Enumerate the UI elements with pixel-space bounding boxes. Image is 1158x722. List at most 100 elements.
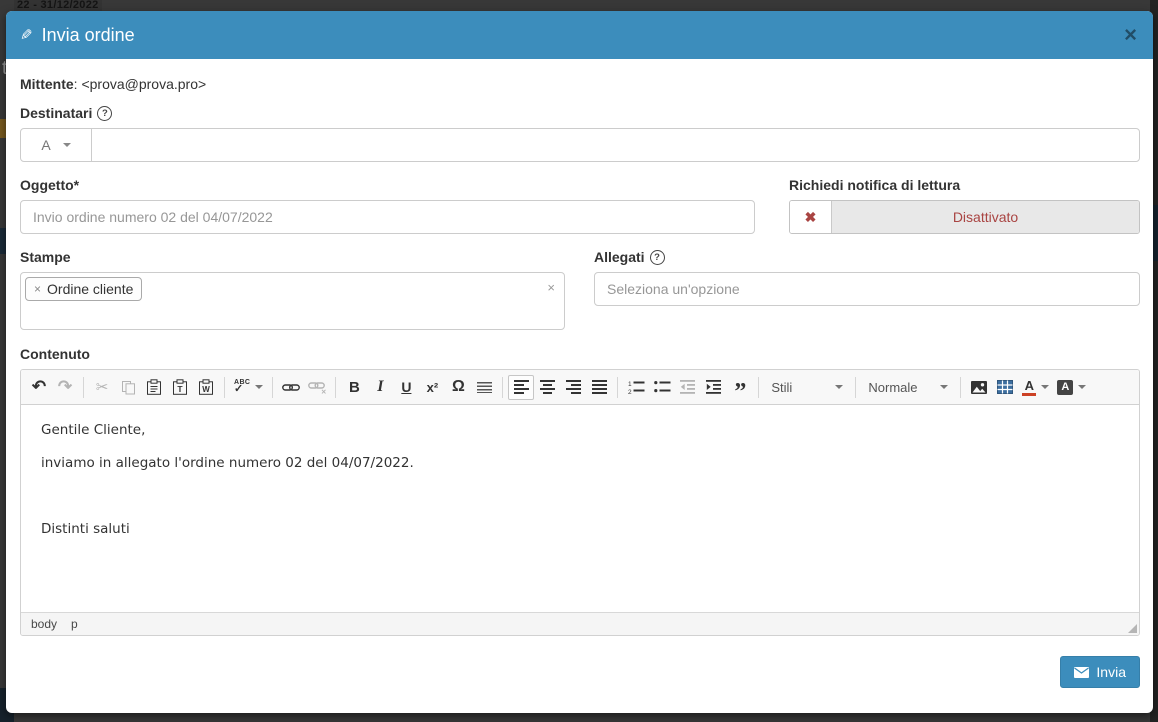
- svg-text:✕: ✕: [321, 389, 326, 394]
- align-left-icon: [513, 380, 529, 394]
- bullet-list-icon: [654, 380, 671, 395]
- element-path-body[interactable]: body: [31, 617, 57, 631]
- send-order-modal: ✎ Invia ordine × Mittente: <prova@prova.…: [6, 11, 1153, 713]
- bold-button[interactable]: B: [341, 375, 367, 400]
- blockquote-icon: ”: [734, 379, 747, 405]
- help-icon[interactable]: ?: [97, 105, 113, 121]
- sender-label: Mittente: [20, 76, 74, 92]
- svg-text:1: 1: [628, 381, 632, 388]
- attachments-label: Allegati ?: [594, 249, 1140, 265]
- envelope-icon: [1074, 666, 1090, 678]
- send-button[interactable]: Invia: [1060, 656, 1140, 688]
- horizontal-rule-button[interactable]: [471, 375, 497, 400]
- attachments-select[interactable]: Seleziona un'opzione: [594, 272, 1140, 306]
- image-icon: [971, 380, 988, 394]
- recipient-type-select[interactable]: A: [21, 129, 92, 161]
- read-receipt-toggle[interactable]: ✖ Disattivato: [789, 200, 1140, 234]
- superscript-icon: x²: [426, 379, 439, 395]
- editor-paragraph: inviamo in allegato l'ordine numero 02 d…: [41, 455, 414, 471]
- resize-handle-icon[interactable]: [1128, 624, 1137, 633]
- bg-color-button[interactable]: A: [1053, 375, 1090, 400]
- underline-button[interactable]: U: [393, 375, 419, 400]
- table-button[interactable]: [992, 375, 1018, 400]
- link-button[interactable]: [278, 375, 304, 400]
- paste-button[interactable]: [141, 375, 167, 400]
- modal-header: ✎ Invia ordine ×: [6, 11, 1153, 59]
- bg-color-icon: A: [1057, 379, 1074, 395]
- prints-label: Stampe: [20, 249, 71, 265]
- chevron-down-icon: [255, 385, 264, 389]
- chevron-down-icon: [1078, 385, 1087, 389]
- image-button[interactable]: [966, 375, 992, 400]
- editor-toolbar: ↶ ↷ ✂ T W ABC ✓ ✕ B I Ux² Ω 1 2 ” Stili Normale A A: [21, 370, 1139, 405]
- styles-dropdown-label: Stili: [771, 379, 793, 395]
- tag-label: Ordine cliente: [47, 281, 134, 297]
- bullet-list-button[interactable]: [649, 375, 675, 400]
- superscript-button[interactable]: x²: [419, 375, 445, 400]
- toolbar-separator: [224, 376, 225, 398]
- svg-text:T: T: [177, 384, 183, 394]
- text-color-icon: A: [1022, 379, 1037, 396]
- format-dropdown[interactable]: Normale: [861, 375, 955, 400]
- italic-button[interactable]: I: [367, 375, 393, 400]
- paste-text-icon: T: [172, 379, 188, 395]
- indent-button[interactable]: [701, 375, 727, 400]
- outdent-button: [675, 375, 701, 400]
- unlink-button: ✕: [304, 375, 330, 400]
- copy-icon: [121, 380, 136, 395]
- editor-paragraph: Distinti saluti: [41, 521, 130, 537]
- close-icon[interactable]: ×: [1124, 24, 1137, 46]
- styles-dropdown[interactable]: Stili: [764, 375, 850, 400]
- pencil-icon: ✎: [20, 27, 33, 44]
- modal-body: Mittente: <prova@prova.pro> Destinatari …: [6, 59, 1153, 713]
- numbered-list-button[interactable]: 12: [623, 375, 649, 400]
- editor-statusbar: body p: [21, 612, 1139, 635]
- copy-button: [115, 375, 141, 400]
- align-center-button[interactable]: [534, 375, 560, 400]
- unlink-icon: ✕: [308, 381, 326, 394]
- sender-value: : <prova@prova.pro>: [73, 76, 207, 92]
- modal-footer: Invia: [20, 656, 1140, 688]
- spellcheck-button[interactable]: ABC ✓: [230, 375, 267, 400]
- recipients-input[interactable]: [92, 129, 1139, 161]
- attachments-placeholder: Seleziona un'opzione: [607, 281, 740, 297]
- blockquote-button[interactable]: ”: [727, 375, 753, 405]
- toolbar-separator: [617, 376, 619, 398]
- redo-icon: ↷: [57, 377, 73, 396]
- cut-button: ✂: [89, 375, 115, 400]
- editor-content[interactable]: Gentile Cliente, inviamo in allegato l'or…: [21, 405, 1139, 612]
- read-receipt-state[interactable]: Disattivato: [832, 201, 1139, 233]
- special-char-button[interactable]: Ω: [445, 375, 471, 400]
- chevron-down-icon: [1041, 385, 1050, 389]
- paste-word-icon: W: [198, 379, 214, 395]
- read-receipt-label: Richiedi notifica di lettura: [789, 177, 961, 193]
- remove-tag-icon[interactable]: ×: [34, 282, 41, 296]
- paste-text-button[interactable]: T: [167, 375, 193, 400]
- bold-icon: B: [348, 378, 360, 396]
- selected-print-tag[interactable]: × Ordine cliente: [25, 277, 143, 301]
- paste-word-button[interactable]: W: [193, 375, 219, 400]
- svg-text:2: 2: [628, 389, 632, 395]
- sender-line: Mittente: <prova@prova.pro>: [20, 76, 1140, 92]
- cross-icon[interactable]: ✖: [790, 201, 832, 233]
- text-color-button[interactable]: A: [1018, 375, 1053, 400]
- cut-icon: ✂: [95, 379, 109, 396]
- send-button-label: Invia: [1096, 664, 1126, 680]
- element-path-p[interactable]: p: [71, 617, 78, 631]
- align-justify-button[interactable]: [586, 375, 612, 400]
- prints-multiselect[interactable]: × Ordine cliente ×: [20, 272, 565, 330]
- outdent-icon: [680, 380, 696, 394]
- editor-paragraph: Gentile Cliente,: [41, 422, 146, 438]
- help-icon[interactable]: ?: [649, 249, 665, 265]
- align-right-button[interactable]: [560, 375, 586, 400]
- align-right-icon: [565, 380, 581, 394]
- align-left-button[interactable]: [508, 374, 535, 400]
- clear-selection-icon[interactable]: ×: [547, 280, 555, 295]
- modal-title: ✎ Invia ordine: [20, 25, 135, 46]
- recipients-label: Destinatari ?: [20, 105, 1140, 121]
- subject-input[interactable]: [20, 200, 755, 234]
- undo-button[interactable]: ↶: [26, 375, 52, 400]
- special-char-icon: Ω: [451, 378, 465, 395]
- toolbar-separator: [83, 376, 84, 398]
- svg-text:W: W: [202, 385, 210, 394]
